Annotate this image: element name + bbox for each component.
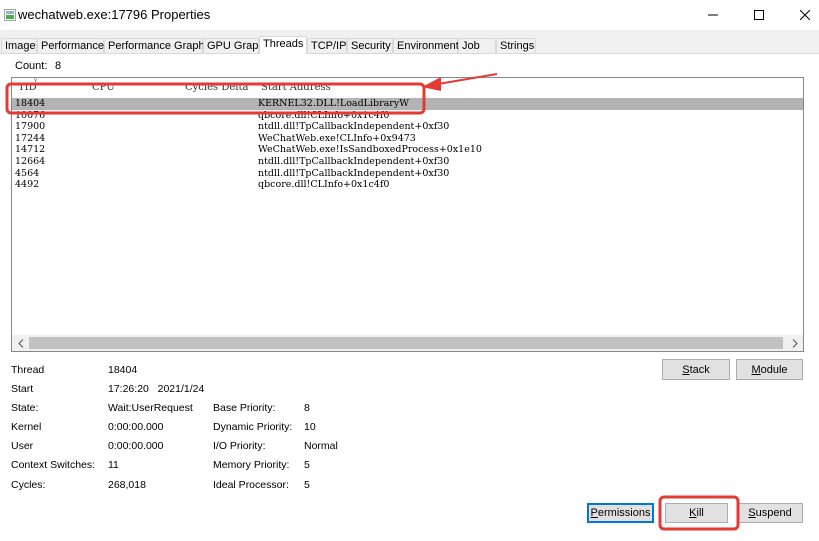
kernel-value: 0:00:00.000 (108, 421, 164, 433)
row-tid: 14712 (15, 144, 46, 156)
row-tid: 17900 (15, 121, 46, 133)
stack-button[interactable]: Stack (662, 359, 730, 380)
column-header-start-address[interactable]: Start Address (261, 82, 331, 93)
table-row[interactable]: 17900 ntdll.dll!TpCallbackIndependent+0xf… (12, 121, 803, 133)
row-tid: 18404 (15, 98, 46, 109)
tab-strings[interactable]: Strings (496, 38, 536, 53)
thread-label: Thread (11, 364, 45, 376)
tab-bar: Image Performance Performance Graph GPU … (0, 36, 819, 54)
row-start-address: KERNEL32.DLL!LoadLibraryW (258, 98, 409, 109)
threads-list[interactable]: TID ∨ CPU Cycles Delta Start Address 184… (11, 77, 804, 352)
title-bar: wechatweb.exe:17796 Properties (0, 0, 819, 30)
row-tid: 10076 (15, 109, 46, 121)
row-tid: 17244 (15, 132, 46, 144)
column-header-cycles-delta[interactable]: Cycles Delta (185, 82, 248, 93)
row-start-address: WeChatWeb.exe!IsSandboxedProcess+0x1e10 (258, 144, 482, 156)
start-label: Start (11, 383, 34, 395)
row-tid: 4564 (15, 167, 40, 179)
row-start-address: ntdll.dll!TpCallbackIndependent+0xf30 (258, 121, 450, 133)
thread-rows: 18404 KERNEL32.DLL!LoadLibraryW 10076 qbco… (12, 98, 803, 191)
chevron-left-icon (17, 338, 23, 348)
row-start-address: qbcore.dll!CLInfo+0x1c4f0 (258, 179, 390, 191)
module-button[interactable]: Module (736, 359, 803, 380)
table-row[interactable]: 14712 WeChatWeb.exe!IsSandboxedProcess+0x… (12, 144, 803, 156)
memory-priority-label: Memory Priority: (213, 459, 290, 471)
horizontal-scrollbar[interactable] (12, 335, 803, 351)
tab-performance[interactable]: Performance (37, 38, 104, 53)
tab-tcp-ip[interactable]: TCP/IP (307, 38, 347, 53)
kernel-label: Kernel (11, 421, 42, 433)
window-title: wechatweb.exe:17796 Properties (18, 7, 211, 22)
minimize-icon (708, 14, 718, 16)
tab-image[interactable]: Image (1, 38, 37, 53)
maximize-button[interactable] (736, 0, 782, 30)
table-row[interactable]: 4492 qbcore.dll!CLInfo+0x1c4f0 (12, 179, 803, 191)
cycles-label: Cycles: (11, 479, 46, 491)
scroll-thumb[interactable] (29, 337, 783, 349)
count-value: 8 (55, 60, 62, 72)
context-switches-value: 11 (108, 459, 119, 471)
memory-priority-value: 5 (304, 459, 310, 471)
table-row[interactable]: 10076 qbcore.dll!CLInfo+0x1c4f0 (12, 110, 803, 122)
suspend-button[interactable]: Suspend (737, 503, 803, 523)
tab-gpu-graph[interactable]: GPU Graph (203, 38, 264, 53)
sort-arrow-icon: ∨ (33, 77, 39, 84)
ideal-processor-label: Ideal Processor: (213, 479, 289, 491)
row-start-address: ntdll.dll!TpCallbackIndependent+0xf30 (258, 155, 450, 167)
count-label: Count: (15, 60, 48, 72)
user-label: User (11, 440, 34, 452)
table-row[interactable]: 12664 ntdll.dll!TpCallbackIndependent+0xf… (12, 156, 803, 168)
cycles-value: 268,018 (108, 479, 146, 491)
minimize-button[interactable] (690, 0, 736, 30)
maximize-icon (754, 10, 764, 20)
column-header-cpu[interactable]: CPU (92, 82, 115, 93)
tab-job[interactable]: Job (458, 38, 496, 53)
close-icon (800, 10, 810, 20)
list-header: TID ∨ CPU Cycles Delta Start Address (12, 78, 803, 98)
io-priority-value: Normal (304, 440, 338, 452)
row-start-address: ntdll.dll!TpCallbackIndependent+0xf30 (258, 167, 450, 179)
base-priority-label: Base Priority: (213, 402, 276, 414)
thread-value: 18404 (108, 364, 138, 376)
dynamic-priority-label: Dynamic Priority: (213, 421, 293, 433)
tab-environment[interactable]: Environment (393, 38, 459, 53)
row-tid: 4492 (15, 179, 40, 191)
close-button[interactable] (782, 0, 819, 30)
start-value: 17:26:20 2021/1/24 (108, 383, 205, 395)
row-start-address: qbcore.dll!CLInfo+0x1c4f0 (258, 109, 390, 121)
kill-button[interactable]: Kill (665, 503, 728, 523)
table-row[interactable]: 17244 WeChatWeb.exe!CLInfo+0x9473 (12, 133, 803, 145)
scroll-right-button[interactable] (786, 335, 803, 351)
tab-performance-graph[interactable]: Performance Graph (104, 38, 205, 53)
table-row[interactable]: 4564 ntdll.dll!TpCallbackIndependent+0xf3… (12, 168, 803, 180)
dynamic-priority-value: 10 (304, 421, 316, 433)
ideal-processor-value: 5 (304, 479, 310, 491)
base-priority-value: 8 (304, 402, 310, 414)
row-tid: 12664 (15, 155, 46, 167)
state-label: State: (11, 402, 39, 414)
tab-security[interactable]: Security (347, 38, 393, 53)
state-value: Wait:UserRequest (108, 402, 193, 414)
scroll-left-button[interactable] (12, 335, 29, 351)
table-row[interactable]: 18404 KERNEL32.DLL!LoadLibraryW (12, 98, 803, 110)
context-switches-label: Context Switches: (11, 459, 96, 471)
tab-threads[interactable]: Threads (259, 36, 307, 54)
io-priority-label: I/O Priority: (213, 440, 266, 452)
row-start-address: WeChatWeb.exe!CLInfo+0x9473 (258, 132, 416, 144)
app-icon (4, 9, 16, 21)
chevron-right-icon (792, 338, 798, 348)
user-value: 0:00:00.000 (108, 440, 164, 452)
permissions-button[interactable]: Permissions (587, 503, 654, 523)
